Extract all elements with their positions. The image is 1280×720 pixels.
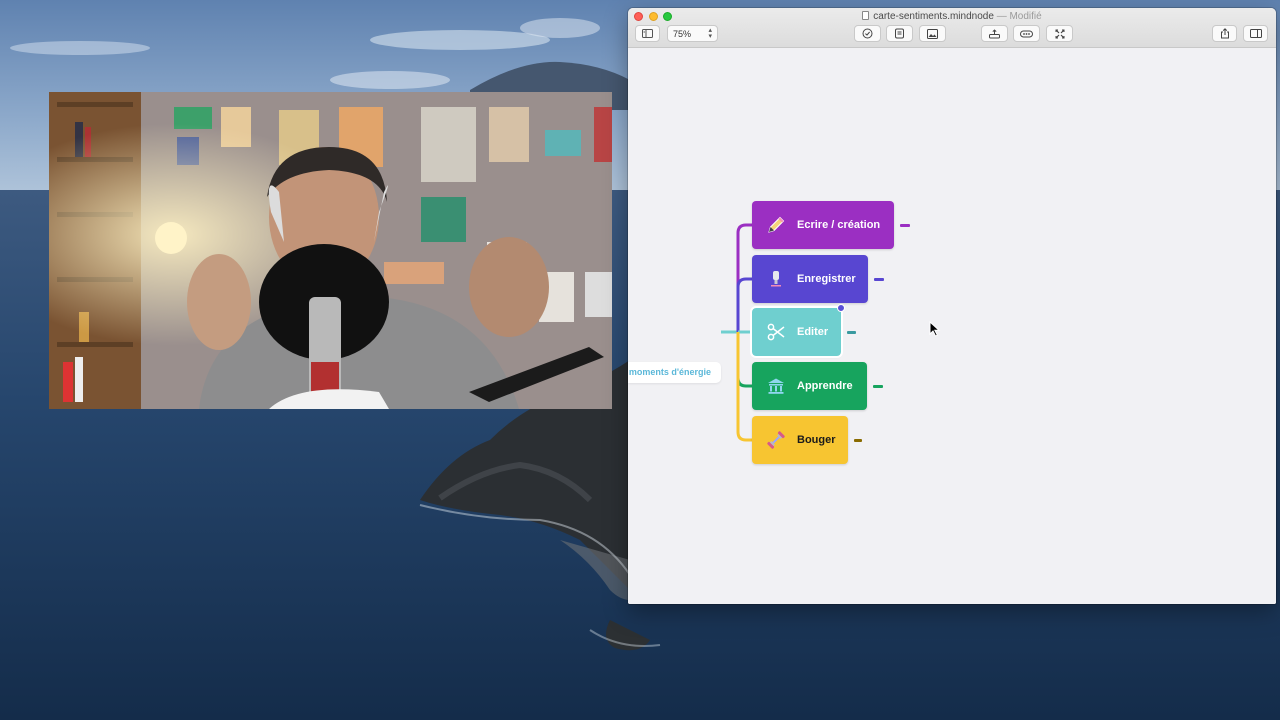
microphone-icon xyxy=(766,269,786,289)
modified-status: — Modifié xyxy=(996,11,1042,22)
mouse-cursor-icon xyxy=(929,321,941,337)
root-node[interactable]: moments d'énergie xyxy=(628,362,721,383)
node-apprendre[interactable]: Apprendre xyxy=(752,362,867,410)
task-check-icon xyxy=(862,28,873,39)
selection-handle[interactable] xyxy=(837,304,845,312)
node-enregistrer[interactable]: Enregistrer xyxy=(752,255,868,303)
scissors-icon xyxy=(766,322,786,342)
fold-indicator[interactable] xyxy=(900,224,910,227)
node-label: Ecrire / création xyxy=(797,219,881,231)
node-label: Apprendre xyxy=(797,380,853,392)
node-label: Editer xyxy=(797,326,829,338)
webcam-video xyxy=(49,92,612,409)
branch-connectors xyxy=(721,223,752,442)
image-button[interactable] xyxy=(919,25,946,42)
window-title: carte-sentiments.mindnode — Modifié xyxy=(628,11,1276,22)
stepper-arrows-icon: ▴ ▾ xyxy=(708,26,712,40)
node-label: Bouger xyxy=(797,434,836,446)
fold-indicator[interactable] xyxy=(874,278,884,281)
zoom-select[interactable]: 75% ▴ ▾ xyxy=(667,25,718,42)
fold-indicator[interactable] xyxy=(847,331,856,334)
share-icon xyxy=(1220,28,1229,39)
task-button[interactable] xyxy=(854,25,881,42)
sidebar-toggle-icon xyxy=(642,29,653,38)
focus-icon xyxy=(1055,29,1064,38)
node-label: Enregistrer xyxy=(797,273,856,285)
title-bar[interactable]: carte-sentiments.mindnode — Modifié 75% … xyxy=(628,8,1276,48)
mindmap-canvas[interactable]: moments d'énergie Ecrire / création Enre… xyxy=(628,48,1276,604)
fold-indicator[interactable] xyxy=(873,385,883,388)
fold-indicator[interactable] xyxy=(854,439,862,442)
webcam-frame xyxy=(49,92,612,409)
node-bouger[interactable]: Bouger xyxy=(752,416,848,464)
image-icon xyxy=(927,28,938,39)
node-ecrire-creation[interactable]: Ecrire / création xyxy=(752,201,894,249)
document-icon xyxy=(862,11,870,20)
inspector-toggle-icon xyxy=(1249,29,1262,38)
connect-icon xyxy=(1020,30,1033,37)
sidebar-toggle-button[interactable] xyxy=(635,25,660,42)
note-icon xyxy=(895,28,904,39)
mindnode-window[interactable]: carte-sentiments.mindnode — Modifié 75% … xyxy=(628,8,1276,604)
dumbbell-icon xyxy=(766,430,786,450)
note-button[interactable] xyxy=(886,25,913,42)
node-editer[interactable]: Editer xyxy=(750,306,843,358)
connect-button[interactable] xyxy=(1013,25,1040,42)
inspector-toggle-button[interactable] xyxy=(1243,25,1268,42)
zoom-value: 75% xyxy=(673,28,692,39)
add-node-icon xyxy=(989,28,1000,38)
pencil-icon xyxy=(766,215,786,235)
add-node-button[interactable] xyxy=(981,25,1008,42)
bank-icon xyxy=(766,376,786,396)
share-button[interactable] xyxy=(1212,25,1237,42)
focus-button[interactable] xyxy=(1046,25,1073,42)
document-name: carte-sentiments.mindnode xyxy=(873,11,994,22)
